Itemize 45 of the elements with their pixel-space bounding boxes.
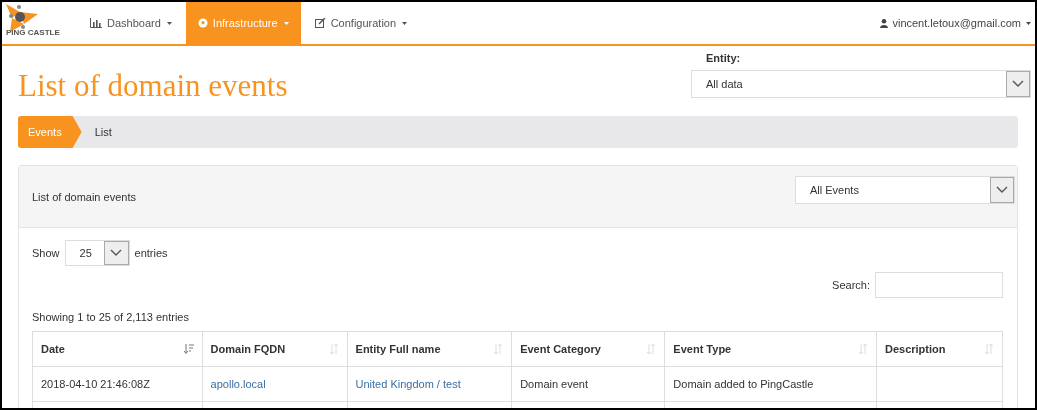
column-header[interactable]: Event Category [511, 331, 665, 367]
chevron-down-icon[interactable] [1006, 71, 1030, 97]
entity-select[interactable]: All data [691, 70, 1031, 98]
sort-icon [328, 344, 339, 354]
breadcrumb-item: List [94, 126, 112, 138]
column-header[interactable]: Date [32, 331, 203, 367]
column-header[interactable]: Description [876, 331, 1003, 367]
sort-icon [984, 344, 994, 354]
table-cell: 2018-04-10 21:46:08Z [32, 366, 203, 402]
entity-label: Entity: [706, 52, 741, 64]
caret-icon [166, 21, 172, 25]
entries-label: entries [134, 247, 168, 259]
edit-icon [314, 18, 326, 28]
logo-icon [6, 4, 40, 32]
chevron-down-icon[interactable] [990, 176, 1014, 203]
caret-icon [402, 21, 408, 25]
sort-icon [493, 344, 504, 354]
page-title: List of domain events [18, 68, 288, 104]
sort-descending-icon [183, 344, 194, 354]
column-header[interactable]: Domain FQDN [202, 331, 348, 367]
logo-text: PING CASTLE [6, 28, 60, 37]
entries-info: Showing 1 to 25 of 2,113 entries [32, 311, 190, 323]
sort-icon [646, 344, 657, 354]
sort-icon [857, 344, 868, 354]
search-label: Search: [832, 279, 870, 291]
caret-icon [283, 21, 289, 25]
chevron-down-icon[interactable] [103, 241, 129, 265]
user-menu[interactable]: vincent.letoux@gmail.com [880, 2, 1035, 44]
cell-link[interactable]: apollo.local [210, 378, 266, 390]
table-cell: Domain added to PingCastle [664, 366, 877, 402]
nav-tab[interactable]: Configuration [302, 2, 420, 44]
map-pin-icon [197, 18, 208, 28]
column-header[interactable]: Entity Full name [347, 331, 512, 367]
nav-tab[interactable]: Dashboard [78, 2, 184, 44]
show-label: Show [32, 247, 60, 259]
panel-title: List of domain events [32, 190, 136, 203]
user-icon [880, 18, 889, 28]
event-filter-select[interactable]: All Events [795, 175, 1015, 204]
table-cell: Domain event [511, 366, 665, 402]
cell-link[interactable]: United Kingdom / test [355, 378, 461, 390]
entries-select[interactable]: 25 [64, 240, 130, 266]
bar-chart-icon [90, 18, 102, 28]
column-header[interactable]: Event Type [664, 331, 877, 367]
search-field[interactable] [875, 272, 1003, 298]
caret-icon [1026, 21, 1031, 25]
